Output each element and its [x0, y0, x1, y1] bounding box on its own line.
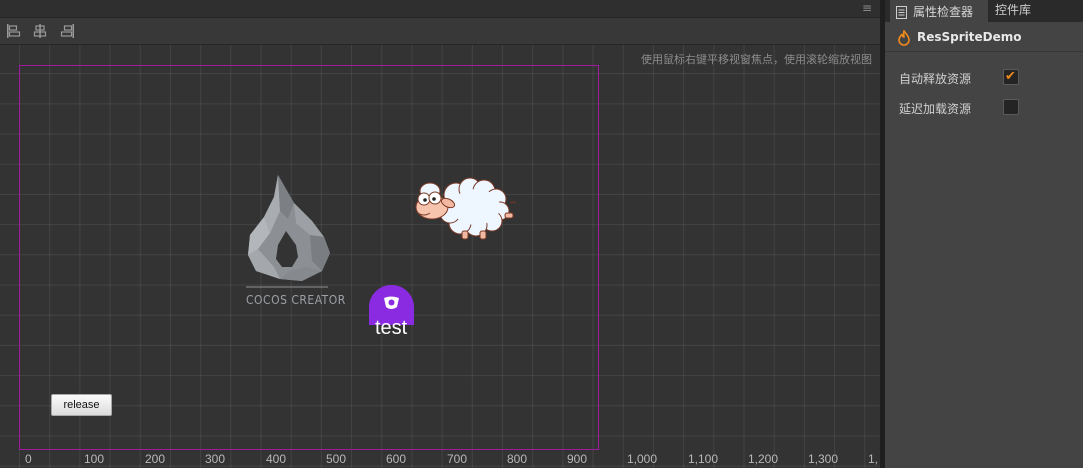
align-center-icon[interactable]	[32, 24, 48, 38]
flame-icon	[898, 30, 910, 46]
viewport-hint: 使用鼠标右键平移视窗焦点，使用滚轮缩放视图	[641, 53, 872, 66]
hamburger-icon[interactable]: ≡	[862, 2, 872, 14]
inspector-panel: 属性检查器 控件库 ResSpriteDemo 自动释放资源 ✔ 延迟加载资源	[885, 0, 1083, 468]
ruler-tick: 1,	[868, 452, 879, 466]
release-button[interactable]: release	[51, 394, 112, 416]
tab-inspector-label: 属性检查器	[913, 5, 974, 19]
sheep-sprite[interactable]	[410, 173, 518, 241]
property-auto-release: 自动释放资源 ✔	[885, 66, 1083, 90]
scene-title-bar: ≡	[0, 0, 880, 18]
align-right-icon[interactable]	[59, 24, 75, 38]
cocos-creator-logo-icon[interactable]	[240, 175, 336, 310]
document-icon	[896, 6, 907, 19]
tab-inspector[interactable]: 属性检查器	[890, 0, 988, 22]
checkmark-icon: ✔	[1005, 69, 1016, 84]
editor-window: ≡ 使用鼠标右键平移视窗焦点，使用滚轮缩放视图 COCOS CREATOR te…	[0, 0, 1083, 468]
horizontal-ruler: 0 100 200 300 400 500 600 700 800 900 1,…	[0, 450, 880, 468]
panel-tab-bar: 属性检查器 控件库	[885, 0, 1083, 22]
ruler-tick: 1,300	[808, 452, 839, 466]
ruler-tick: 1,100	[688, 452, 719, 466]
ruler-tick: 100	[84, 452, 105, 466]
ruler-tick: 500	[326, 452, 347, 466]
ruler-tick: 400	[266, 452, 287, 466]
scene-viewport[interactable]: 使用鼠标右键平移视窗焦点，使用滚轮缩放视图 COCOS CREATOR test…	[0, 45, 880, 468]
property-async-load: 延迟加载资源	[885, 96, 1083, 120]
ruler-tick: 200	[145, 452, 166, 466]
scene-editor[interactable]: ≡ 使用鼠标右键平移视窗焦点，使用滚轮缩放视图 COCOS CREATOR te…	[0, 0, 880, 468]
ruler-tick: 600	[386, 452, 407, 466]
align-left-icon[interactable]	[6, 24, 22, 38]
logo-text: COCOS CREATOR	[246, 293, 346, 307]
property-label: 延迟加载资源	[899, 102, 972, 116]
node-header: ResSpriteDemo	[885, 24, 1083, 52]
ruler-tick: 800	[507, 452, 528, 466]
property-label: 自动释放资源	[899, 72, 972, 86]
node-name: ResSpriteDemo	[917, 30, 1022, 44]
auto-release-checkbox[interactable]: ✔	[1003, 69, 1019, 85]
async-load-checkbox[interactable]	[1003, 99, 1019, 115]
ruler-tick: 900	[567, 452, 588, 466]
scene-toolbar	[0, 18, 880, 45]
ruler-tick: 300	[205, 452, 226, 466]
tab-widget-library-label: 控件库	[995, 3, 1032, 17]
ruler-tick: 1,000	[627, 452, 658, 466]
test-label: test	[375, 317, 408, 339]
ruler-tick: 0	[25, 452, 32, 466]
tab-widget-library[interactable]: 控件库	[989, 0, 1083, 22]
ruler-tick: 1,200	[748, 452, 779, 466]
ruler-tick: 700	[447, 452, 468, 466]
